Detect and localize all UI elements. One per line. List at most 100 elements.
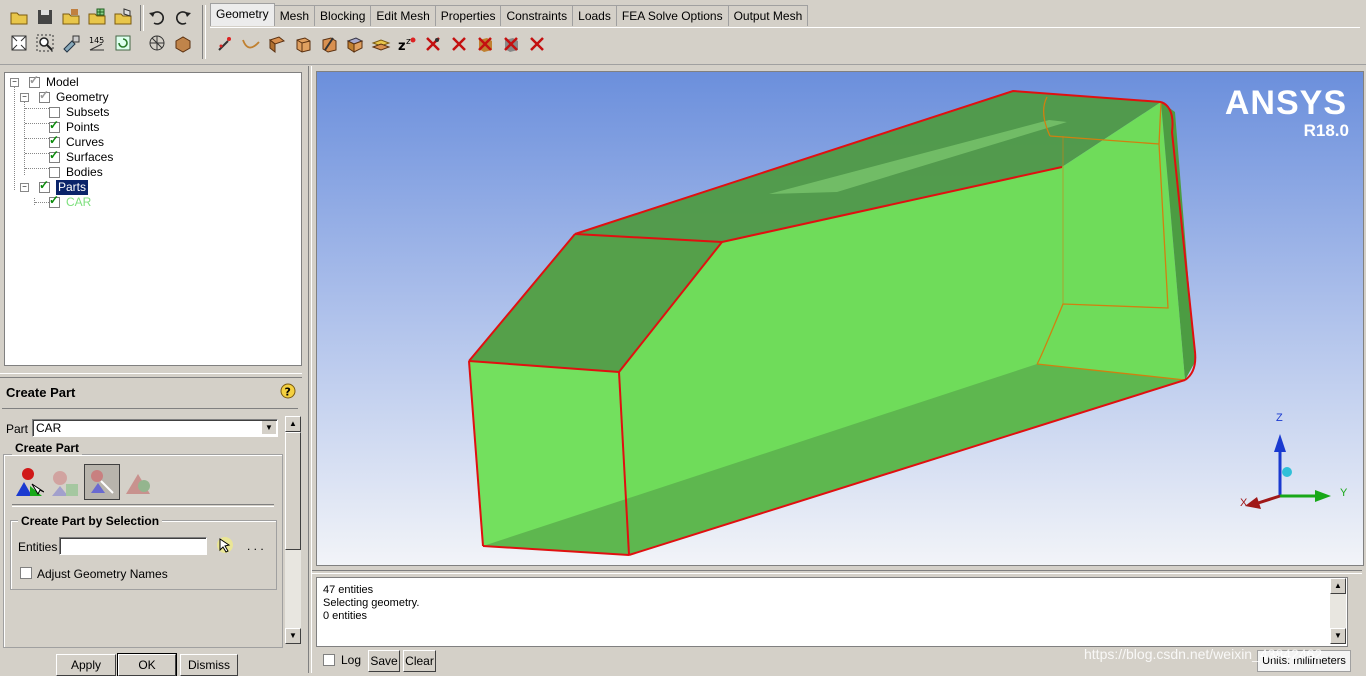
- create-part-by-selection-icon[interactable]: [12, 466, 45, 498]
- adjust-names-checkbox[interactable]: [20, 567, 32, 579]
- save-log-button[interactable]: Save: [368, 650, 400, 672]
- help-icon[interactable]: ?: [280, 383, 296, 401]
- tree-item-geometry[interactable]: Geometry: [39, 88, 109, 105]
- create-part-by-bounding-icon[interactable]: [84, 464, 120, 500]
- message-scroll-down-icon[interactable]: ▼: [1330, 628, 1346, 644]
- svg-text:z: z: [406, 37, 411, 47]
- repair-geometry-icon[interactable]: [318, 33, 340, 55]
- refresh-icon[interactable]: [112, 32, 134, 54]
- checkbox-surfaces[interactable]: [49, 148, 60, 163]
- checkbox-model[interactable]: [29, 73, 40, 88]
- car-body-model[interactable]: [317, 72, 1363, 565]
- tree-collapse-parts[interactable]: −: [20, 183, 29, 192]
- tab-blocking[interactable]: Blocking: [314, 5, 372, 26]
- svg-text:z: z: [398, 39, 406, 54]
- vertical-splitter[interactable]: [308, 66, 312, 673]
- message-line: Selecting geometry.: [323, 597, 420, 609]
- scroll-down-icon[interactable]: ▼: [285, 628, 301, 644]
- tree-collapse-model[interactable]: −: [10, 78, 19, 87]
- delete-surface-icon[interactable]: [474, 33, 496, 55]
- zoom-box-icon[interactable]: [34, 32, 56, 54]
- checkbox-parts[interactable]: [39, 178, 50, 193]
- tab-constraints[interactable]: Constraints: [500, 5, 574, 26]
- log-label: Log: [341, 653, 362, 667]
- tab-mesh[interactable]: Mesh: [273, 5, 316, 26]
- ansys-logo: ANSYS: [1224, 84, 1347, 122]
- delete-curve-icon[interactable]: [448, 33, 470, 55]
- tab-properties[interactable]: Properties: [434, 5, 502, 26]
- geometry-utilities-icon[interactable]: [344, 33, 366, 55]
- checkbox-points[interactable]: [49, 118, 60, 133]
- select-cursor-icon[interactable]: [215, 535, 235, 555]
- svg-text:?: ?: [285, 386, 291, 399]
- open-folder-icon[interactable]: [8, 6, 30, 28]
- tree-label-points: Points: [66, 120, 100, 134]
- entities-input[interactable]: [59, 537, 207, 555]
- chevron-down-icon[interactable]: ▼: [262, 421, 276, 434]
- open-blocking-icon[interactable]: [112, 6, 134, 28]
- adjust-names-label: Adjust Geometry Names: [37, 567, 168, 581]
- graphics-viewport[interactable]: ANSYS R18.0 Z Y X: [316, 71, 1364, 566]
- panel-divider: [2, 408, 298, 410]
- create-part-from-element-icon[interactable]: [122, 466, 154, 498]
- restore-dormant-icon[interactable]: zz: [396, 33, 418, 55]
- tree-item-model[interactable]: Model: [29, 73, 79, 90]
- checkbox-car[interactable]: [49, 193, 60, 208]
- create-part-by-material-icon[interactable]: [48, 466, 80, 498]
- measure-distance-icon[interactable]: [60, 32, 82, 54]
- tree-item-surfaces[interactable]: Surfaces: [49, 148, 114, 165]
- tree-label-bodies: Bodies: [66, 165, 103, 179]
- tree-item-car[interactable]: CAR: [49, 193, 91, 210]
- message-scrollbar[interactable]: ▲ ▼: [1330, 578, 1346, 644]
- checkbox-geometry[interactable]: [39, 88, 50, 103]
- scroll-up-icon[interactable]: ▲: [285, 416, 301, 432]
- create-body-icon[interactable]: [292, 33, 314, 55]
- transform-geometry-icon[interactable]: [370, 33, 392, 55]
- open-geometry-icon[interactable]: [60, 6, 82, 28]
- main-toolbar: 145 Geometry Mesh Blocking Edit Mesh Pro…: [0, 0, 1366, 65]
- panel-title: Create Part: [6, 385, 76, 400]
- tab-output-mesh[interactable]: Output Mesh: [727, 5, 809, 26]
- horizontal-splitter[interactable]: [0, 373, 302, 378]
- tab-fea-solve-options[interactable]: FEA Solve Options: [615, 5, 729, 26]
- scroll-thumb[interactable]: [285, 432, 301, 550]
- part-label: Part: [6, 422, 29, 436]
- create-part-group-title: Create Part: [12, 441, 83, 455]
- fit-window-icon[interactable]: [8, 32, 30, 54]
- measure-angle-icon[interactable]: 145: [86, 32, 108, 54]
- checkbox-curves[interactable]: [49, 133, 60, 148]
- selection-group-title: Create Part by Selection: [18, 514, 163, 528]
- delete-point-icon[interactable]: [422, 33, 444, 55]
- tree-collapse-geometry[interactable]: −: [20, 93, 29, 102]
- part-select[interactable]: CAR ▼: [32, 419, 278, 437]
- part-select-value: CAR: [36, 421, 62, 435]
- create-surface-icon[interactable]: [266, 33, 288, 55]
- panel-scrollbar[interactable]: ▲ ▼: [285, 416, 301, 644]
- message-scroll-up-icon[interactable]: ▲: [1330, 578, 1346, 594]
- tab-edit-mesh[interactable]: Edit Mesh: [370, 5, 436, 26]
- tab-geometry[interactable]: Geometry: [210, 3, 275, 26]
- open-mesh-icon[interactable]: [86, 6, 108, 28]
- clear-log-button[interactable]: Clear: [403, 650, 436, 672]
- tree-label-geometry: Geometry: [56, 90, 109, 104]
- tree-item-parts[interactable]: Parts: [39, 178, 89, 195]
- delete-body-icon[interactable]: [500, 33, 522, 55]
- create-curve-icon[interactable]: [240, 33, 262, 55]
- tab-loads[interactable]: Loads: [572, 5, 617, 26]
- delete-any-entity-icon[interactable]: [526, 33, 548, 55]
- message-line: 47 entities: [323, 584, 374, 596]
- create-point-icon[interactable]: [214, 33, 236, 55]
- message-splitter[interactable]: [312, 570, 1362, 574]
- tree-label-surfaces: Surfaces: [66, 150, 114, 164]
- save-disk-icon[interactable]: [34, 6, 56, 28]
- wireframe-view-icon[interactable]: [146, 32, 168, 54]
- watermark-text: https://blog.csdn.net/weixin_43842462: [1084, 646, 1323, 662]
- checkbox-bodies[interactable]: [49, 167, 60, 178]
- more-options-dots[interactable]: . . .: [247, 539, 264, 553]
- solid-view-icon[interactable]: [172, 32, 194, 54]
- undo-icon[interactable]: [146, 6, 168, 28]
- checkbox-subsets[interactable]: [49, 107, 60, 118]
- redo-icon[interactable]: [172, 6, 194, 28]
- log-checkbox[interactable]: [323, 654, 335, 666]
- tree-item-bodies[interactable]: Bodies: [49, 165, 103, 180]
